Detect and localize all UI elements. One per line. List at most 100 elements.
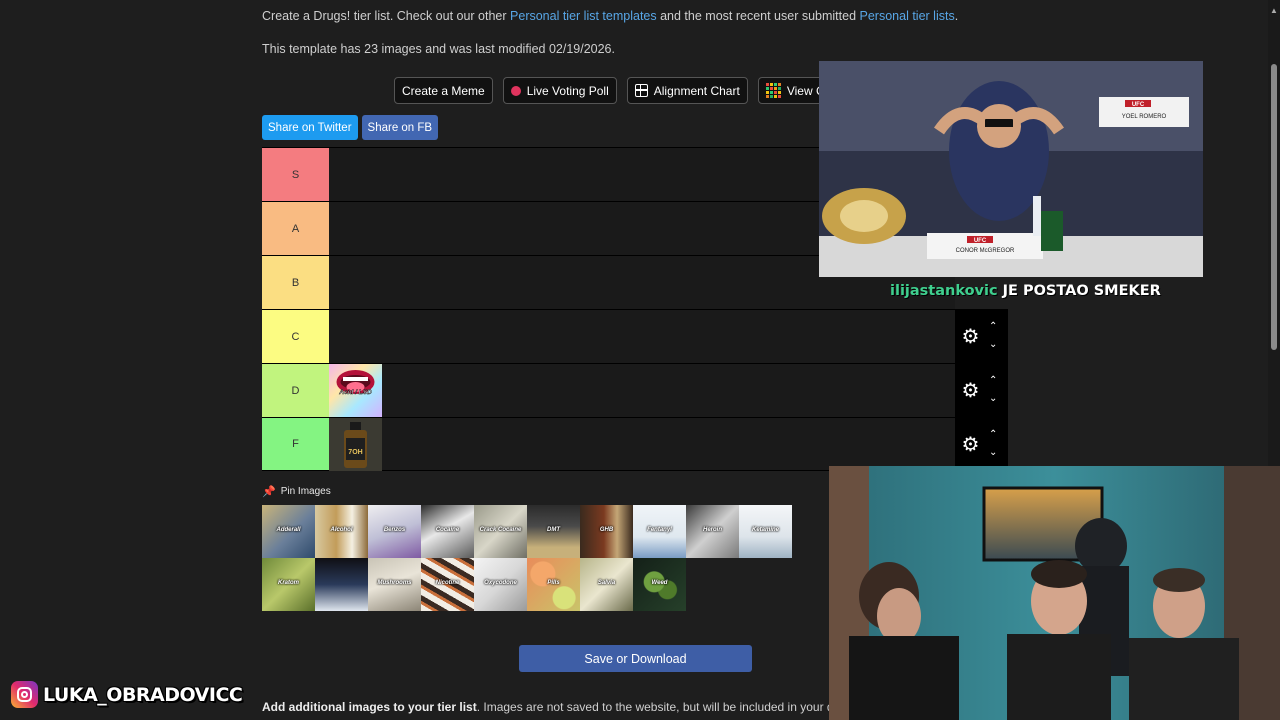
tier-label-b[interactable]: B — [262, 256, 329, 309]
pool-item-alcohol[interactable]: Alcohol — [315, 505, 368, 558]
pin-images-toggle[interactable]: 📌 Pin Images — [262, 485, 331, 498]
pool-item-fentanyl[interactable]: Fentanyl — [633, 505, 686, 558]
pool-caption: Oxycodone — [484, 580, 517, 586]
pool-caption: Fentanyl — [647, 527, 672, 533]
video-yoel-text: YOEL ROMERO — [1122, 114, 1167, 120]
tier-label-s[interactable]: S — [262, 148, 329, 201]
create-meme-label: Create a Meme — [402, 83, 485, 98]
tier-item-7oh[interactable]: 7OH — [329, 418, 382, 471]
pool-caption: Alcohol — [330, 527, 353, 533]
intro-text: Create a Drugs! tier list. Check out our… — [262, 9, 958, 23]
chevron-up-icon[interactable]: ⌃ — [989, 318, 997, 336]
chevron-down-icon[interactable]: ⌄ — [989, 336, 997, 354]
pool-item-dmt[interactable]: DMT — [527, 505, 580, 558]
intro-suffix: . — [954, 9, 959, 23]
pool-caption: Mushrooms — [377, 580, 412, 586]
pool-item-benzos[interactable]: Benzos — [368, 505, 421, 558]
pool-caption: Nicotine — [435, 580, 460, 586]
video-ufc-small: UFC — [1132, 102, 1145, 108]
instagram-watermark: LUKA_OBRADOVICC — [11, 681, 243, 708]
record-dot-icon — [510, 85, 521, 96]
move-arrows: ⌃ ⌄ — [989, 318, 997, 354]
pool-item-oxycodone[interactable]: Oxycodone — [474, 558, 527, 611]
stream-alert: ilijastankovic JE POSTAO SMEKER — [890, 283, 1161, 299]
tier-row-c: C — [262, 309, 955, 363]
tier-controls-f: ⚙ ⌃ ⌄ — [955, 417, 1008, 471]
tier-label-c[interactable]: C — [262, 310, 329, 363]
pool-item-pills[interactable]: Pills — [527, 558, 580, 611]
tier-label-f[interactable]: F — [262, 418, 329, 470]
alignment-label: Alignment Chart — [653, 83, 740, 98]
pool-caption: Pills — [547, 580, 560, 586]
pool-caption: Benzos — [383, 527, 406, 533]
gear-icon[interactable]: ⚙ — [958, 432, 983, 457]
share-twitter-button[interactable]: Share on Twitter — [262, 115, 358, 140]
scrollbar-thumb[interactable] — [1271, 64, 1277, 350]
tier-controls-c: ⚙ ⌃ ⌄ — [955, 309, 1008, 363]
personal-tier-lists-link[interactable]: Personal tier lists — [860, 9, 955, 23]
create-meme-button[interactable]: Create a Meme — [394, 77, 493, 104]
alignment-chart-button[interactable]: Alignment Chart — [626, 77, 748, 104]
pool-caption: Weed — [651, 580, 668, 586]
pool-item-vial[interactable] — [315, 558, 368, 611]
add-images-bold: Add additional images to your tier list — [262, 700, 477, 714]
alert-message: JE POSTAO SMEKER — [997, 283, 1161, 299]
intro-prefix: Create a Drugs! tier list. Check out our… — [262, 9, 511, 23]
gear-icon[interactable]: ⚙ — [958, 378, 983, 403]
pool-caption: Crack Cocaine — [479, 527, 522, 533]
pool-caption: Salvia — [597, 580, 616, 586]
tier-label-d[interactable]: D — [262, 364, 329, 417]
pool-item-ketamine[interactable]: Ketamine — [739, 505, 792, 558]
chevron-down-icon[interactable]: ⌄ — [989, 444, 997, 462]
pool-item-salvia[interactable]: Salvia — [580, 558, 633, 611]
live-voting-label: Live Voting Poll — [526, 83, 609, 98]
tier-items-f[interactable]: 7OH — [329, 418, 955, 471]
pool-item-mushrooms[interactable]: Mushrooms — [368, 558, 421, 611]
chevron-up-icon[interactable]: ⌃ — [989, 426, 997, 444]
pin-images-label: Pin Images — [280, 486, 331, 497]
image-pool: Adderall Alcohol Benzos Cocaine Crack Co… — [262, 505, 829, 611]
tier-row-f: F 7OH — [262, 417, 955, 471]
gear-icon[interactable]: ⚙ — [958, 324, 983, 349]
live-voting-poll-button[interactable]: Live Voting Poll — [502, 77, 617, 104]
press-conference-image: UFC YOEL ROMERO UFC CONOR McGREGOR — [819, 61, 1203, 277]
tier-item-acid-lsd[interactable]: Acid / LSD — [329, 364, 382, 417]
move-arrows: ⌃ ⌄ — [989, 372, 997, 408]
tier-items-c[interactable] — [329, 310, 955, 363]
pool-item-adderall[interactable]: Adderall — [262, 505, 315, 558]
mosaic-icon — [765, 83, 781, 98]
pool-item-crack-cocaine[interactable]: Crack Cocaine — [474, 505, 527, 558]
pool-caption: Ketamine — [751, 527, 779, 533]
instagram-handle: LUKA_OBRADOVICC — [43, 683, 243, 706]
pool-item-cocaine[interactable]: Cocaine — [421, 505, 474, 558]
share-fb-button[interactable]: Share on FB — [361, 115, 439, 140]
template-info: This template has 23 images and was last… — [262, 42, 615, 56]
personal-templates-link[interactable]: Personal tier list templates — [510, 9, 657, 23]
alert-username: ilijastankovic — [890, 283, 998, 299]
share-buttons: Share on Twitter Share on FB — [262, 115, 439, 140]
tier-label-a[interactable]: A — [262, 202, 329, 255]
chevron-up-icon[interactable]: ⌃ — [989, 372, 997, 390]
pool-item-kratom[interactable]: Kratom — [262, 558, 315, 611]
video-conor-text: CONOR McGREGOR — [956, 248, 1015, 254]
video-ufc-plate: UFC — [974, 238, 987, 244]
save-or-download-button[interactable]: Save or Download — [519, 645, 752, 672]
tier-items-d[interactable]: Acid / LSD — [329, 364, 955, 417]
pool-item-heroin[interactable]: Heroin — [686, 505, 739, 558]
instagram-icon — [11, 681, 38, 708]
pool-caption: Heroin — [702, 527, 722, 533]
scroll-up-icon[interactable]: ▲ — [1270, 6, 1278, 15]
pool-item-weed[interactable]: Weed — [633, 558, 686, 611]
tier-controls-d: ⚙ ⌃ ⌄ — [955, 363, 1008, 417]
pool-item-ghb[interactable]: GHB — [580, 505, 633, 558]
pool-caption: DMT — [547, 527, 560, 533]
toolbar: Create a Meme Live Voting Poll Alignment… — [394, 77, 853, 104]
7oh-caption: 7OH — [348, 449, 362, 456]
chevron-down-icon[interactable]: ⌄ — [989, 390, 997, 408]
acid-lsd-image: Acid / LSD — [329, 364, 382, 417]
acid-lsd-caption: Acid / LSD — [338, 389, 372, 396]
add-images-rest: . Images are not saved to the website, b… — [476, 700, 829, 714]
pool-item-nicotine[interactable]: Nicotine — [421, 558, 474, 611]
webcam-feed — [829, 466, 1280, 720]
tier-row-d: D Acid / LSD — [262, 363, 955, 417]
